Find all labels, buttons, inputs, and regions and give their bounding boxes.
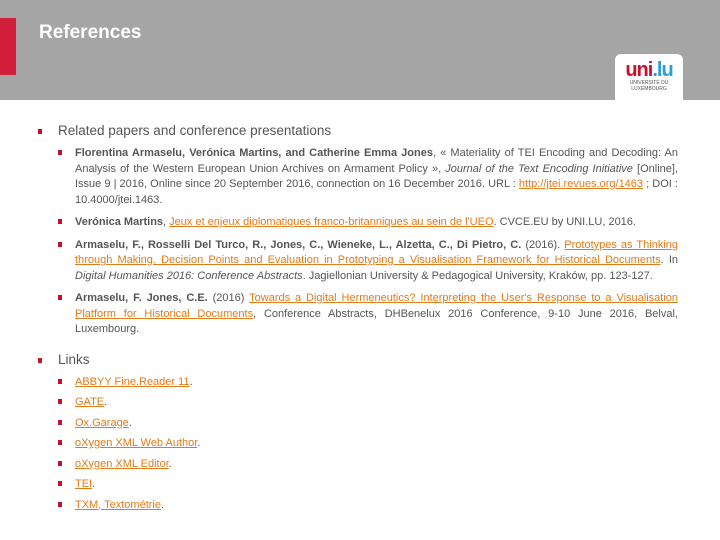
link-abbyy[interactable]: ABBYY Fine.Reader 11: [75, 376, 190, 388]
link-gate[interactable]: GATE: [75, 396, 104, 408]
accent-bar: [0, 18, 16, 75]
reference-item: Armaselu, F. Jones, C.E. (2016) Towards …: [38, 291, 678, 338]
university-logo: uni.lu UNIVERSITÉ DU LUXEMBOURG: [615, 54, 683, 100]
link-item: TXM, Textométrie.: [38, 498, 678, 514]
reference-item: Armaselu, F., Rosselli Del Turco, R., Jo…: [38, 238, 678, 285]
link-oxgarage[interactable]: Ox.Garage: [75, 417, 129, 429]
link-oxygen-editor[interactable]: oXygen XML Editor: [75, 458, 169, 470]
link-item: GATE.: [38, 395, 678, 411]
section-heading: Related papers and conference presentati…: [38, 123, 678, 138]
link-item: ABBYY Fine.Reader 11.: [38, 375, 678, 391]
link-txm[interactable]: TXM, Textométrie: [75, 499, 161, 511]
section-heading: Links: [38, 352, 678, 367]
link-item: TEI.: [38, 477, 678, 493]
link-item: Ox.Garage.: [38, 416, 678, 432]
link-item: oXygen XML Web Author.: [38, 436, 678, 452]
reference-item: Verónica Martins, Jeux et enjeux diploma…: [38, 215, 678, 231]
reference-link[interactable]: Jeux et enjeux diplomatiques franco-brit…: [169, 216, 493, 228]
reference-item: Florentina Armaselu, Verónica Martins, a…: [38, 146, 678, 208]
slide-title: References: [39, 22, 142, 43]
slide-content: Related papers and conference presentati…: [38, 123, 678, 518]
link-tei[interactable]: TEI: [75, 478, 92, 490]
link-oxygen-web-author[interactable]: oXygen XML Web Author: [75, 437, 197, 449]
reference-link[interactable]: http://jtei.revues.org/1463: [519, 178, 643, 190]
link-item: oXygen XML Editor.: [38, 457, 678, 473]
slide-header: [0, 0, 720, 100]
